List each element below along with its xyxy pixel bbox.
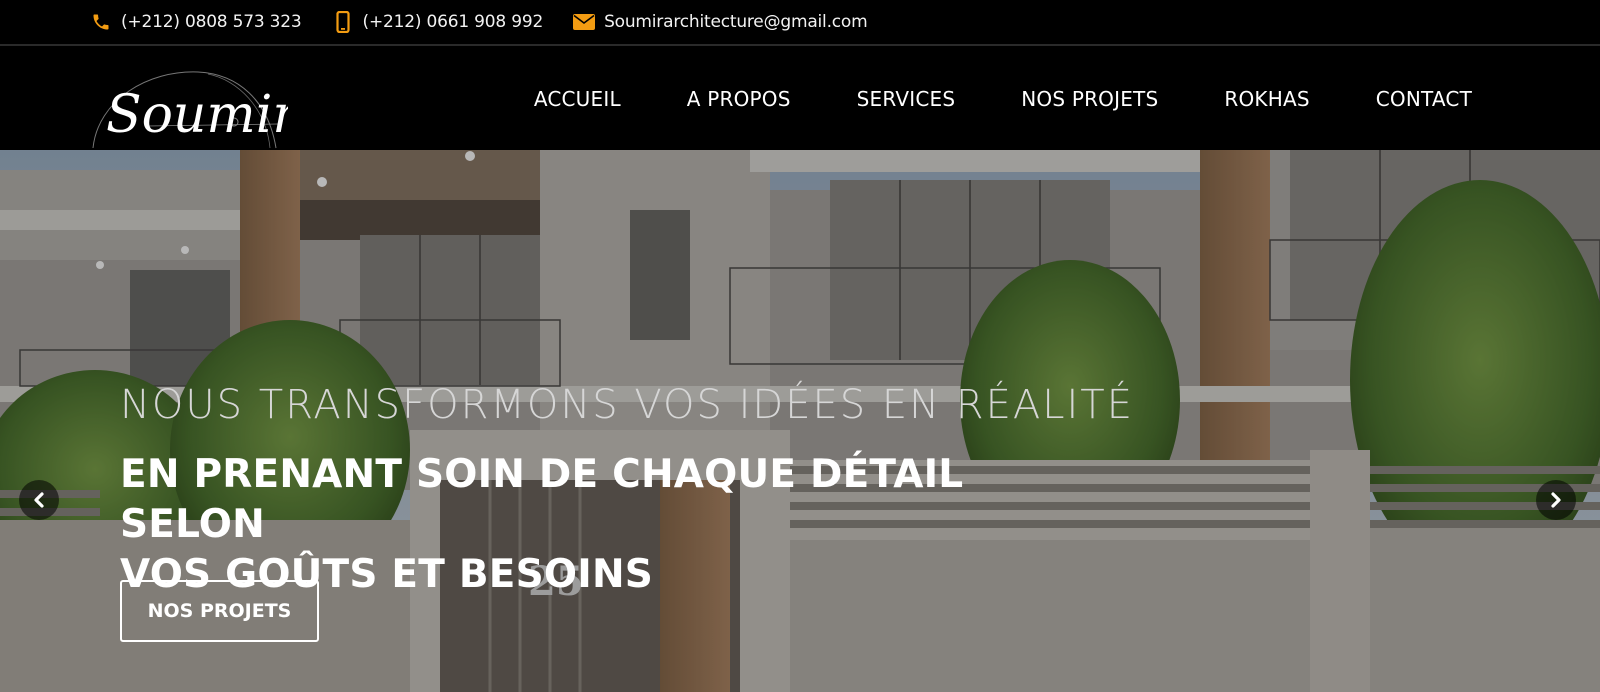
chevron-right-icon: [1551, 492, 1561, 508]
hero-subtitle: NOUS TRANSFORMONS VOS IDÉES EN RÉALITÉ: [120, 382, 1135, 428]
slider-prev-button[interactable]: [19, 480, 59, 520]
nav-a-propos[interactable]: A PROPOS: [687, 87, 791, 111]
contact-phone-1[interactable]: (+212) 0808 573 323: [90, 11, 302, 33]
phone-icon: [90, 11, 112, 33]
phone-1-text: (+212) 0808 573 323: [121, 12, 302, 32]
site-logo[interactable]: Soumir: [88, 60, 300, 150]
main-navbar: Soumir ACCUEIL A PROPOS SERVICES NOS PRO…: [0, 48, 1600, 150]
hero-title: EN PRENANT SOIN DE CHAQUE DÉTAIL SELON V…: [120, 450, 1080, 600]
nav-nos-projets[interactable]: NOS PROJETS: [1021, 87, 1158, 111]
nos-projets-button[interactable]: NOS PROJETS: [120, 580, 319, 642]
contact-phone-2[interactable]: (+212) 0661 908 992: [332, 11, 544, 33]
nav-accueil[interactable]: ACCUEIL: [534, 87, 621, 111]
slider-next-button[interactable]: [1536, 480, 1576, 520]
mobile-icon: [332, 11, 354, 33]
contact-email[interactable]: Soumirarchitecture@gmail.com: [573, 11, 868, 33]
top-contact-bar: (+212) 0808 573 323 (+212) 0661 908 992 …: [0, 0, 1600, 46]
chevron-left-icon: [34, 492, 44, 508]
phone-2-text: (+212) 0661 908 992: [362, 12, 544, 32]
nav-rokhas[interactable]: ROKHAS: [1224, 87, 1309, 111]
main-nav: ACCUEIL A PROPOS SERVICES NOS PROJETS RO…: [534, 48, 1472, 150]
email-text: Soumirarchitecture@gmail.com: [604, 12, 868, 32]
envelope-icon: [573, 11, 596, 33]
nav-services[interactable]: SERVICES: [857, 87, 956, 111]
logo-text: Soumir: [106, 85, 288, 145]
hero-title-line-1: EN PRENANT SOIN DE CHAQUE DÉTAIL SELON: [120, 452, 964, 547]
hero-slider: 25 NOUS TRANSFORMONS VOS IDÉES EN RÉALIT…: [0, 150, 1600, 692]
nav-contact[interactable]: CONTACT: [1376, 87, 1472, 111]
